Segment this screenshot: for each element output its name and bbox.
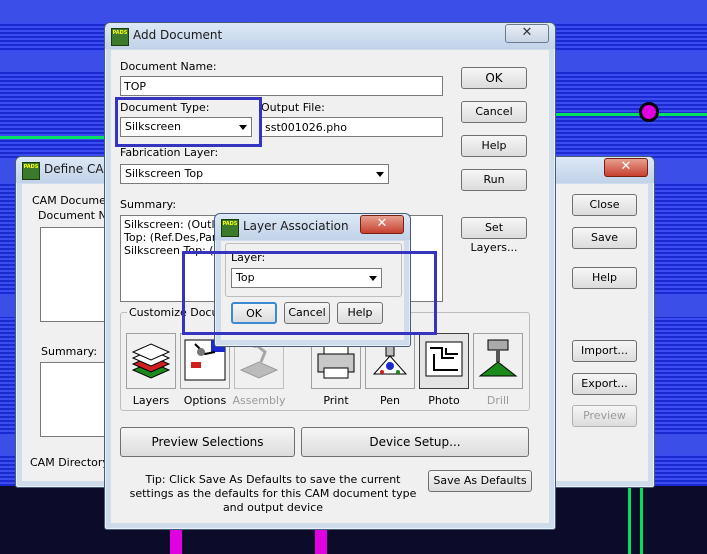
pcb-trace — [0, 136, 110, 139]
document-name-input[interactable]: TOP — [120, 76, 443, 96]
run-button[interactable]: Run — [461, 169, 527, 191]
document-name-label: Document Name: — [120, 60, 217, 73]
add-document-titlebar[interactable]: PADS Add Document ✕ — [105, 23, 555, 49]
photo-tool-button[interactable] — [419, 333, 469, 389]
fabrication-layer-label: Fabrication Layer: — [120, 146, 219, 159]
pcb-band — [0, 0, 707, 22]
document-type-highlight — [115, 97, 262, 147]
photo-icon — [425, 341, 463, 377]
save-as-defaults-button[interactable]: Save As Defaults — [428, 470, 532, 492]
photo-tool-label: Photo — [428, 394, 460, 407]
print-tool-label: Print — [323, 394, 349, 407]
layer-association-titlebar[interactable]: PADS Layer Association ✕ — [215, 214, 410, 240]
drill-tool-label: Drill — [486, 394, 510, 407]
pads-app-icon: PADS — [221, 219, 239, 237]
define-cam-preview-button[interactable]: Preview — [572, 405, 637, 427]
pen-tool-label: Pen — [380, 394, 400, 407]
cam-directory-label: CAM Directory: — [30, 456, 112, 469]
tip-text: Tip: Click Save As Defaults to save the … — [129, 473, 417, 514]
define-cam-import-button[interactable]: Import... — [572, 340, 637, 362]
cam-documents-label: CAM Docume — [32, 194, 106, 207]
add-document-ok-button[interactable]: OK — [461, 67, 527, 89]
output-file-input[interactable]: sst001026.pho — [261, 117, 443, 137]
layers-tool-label: Layers — [132, 394, 170, 407]
add-document-close-button[interactable]: ✕ — [505, 24, 549, 43]
pcb-pad — [639, 102, 659, 122]
preview-selections-button[interactable]: Preview Selections — [120, 427, 295, 457]
output-file-label: Output File: — [261, 101, 325, 114]
add-document-help-button[interactable]: Help — [461, 135, 527, 157]
define-cam-export-button[interactable]: Export... — [572, 373, 637, 395]
fabrication-layer-select[interactable]: Silkscreen Top — [120, 164, 389, 184]
drill-icon — [478, 339, 518, 377]
document-name-column-label: Document Na — [38, 209, 114, 222]
layer-association-title: Layer Association — [243, 219, 349, 233]
fabrication-layer-value: Silkscreen Top — [125, 167, 204, 180]
pcb-trace — [550, 113, 707, 116]
set-layers-button[interactable]: Set Layers... — [461, 217, 527, 254]
drill-tool-button[interactable] — [473, 333, 523, 389]
layers-tool-button[interactable] — [126, 333, 176, 389]
define-cam-summary-box — [40, 362, 110, 437]
pads-app-icon: PADS — [111, 28, 129, 46]
layer-association-highlight — [182, 251, 437, 335]
chevron-down-icon — [376, 172, 384, 177]
add-document-cancel-button[interactable]: Cancel — [461, 101, 527, 123]
add-document-title: Add Document — [133, 28, 223, 42]
define-cam-summary-label: Summary: — [41, 345, 98, 358]
define-cam-help-button[interactable]: Help — [572, 267, 637, 289]
cam-documents-list[interactable] — [40, 227, 110, 322]
layer-association-close-button[interactable]: ✕ — [360, 215, 404, 234]
device-setup-button[interactable]: Device Setup... — [301, 427, 529, 457]
define-cam-close-button[interactable]: ✕ — [604, 158, 648, 177]
pads-app-icon: PADS — [22, 162, 40, 180]
layers-icon — [131, 343, 171, 379]
options-tool-label: Options — [183, 394, 227, 407]
define-cam-close-btn[interactable]: Close — [572, 194, 637, 216]
define-cam-save-button[interactable]: Save — [572, 227, 637, 249]
assembly-tool-label: Assembly — [232, 394, 286, 407]
summary-label: Summary: — [120, 198, 177, 211]
